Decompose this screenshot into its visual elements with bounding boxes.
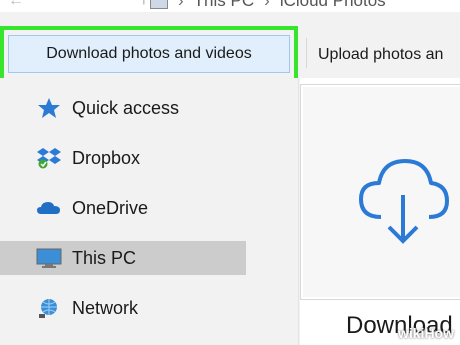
sidebar-item-label: Network bbox=[72, 297, 139, 318]
download-photos-highlight: Download photos and videos bbox=[0, 26, 298, 82]
navigation-pane: Quick access Dropbox OneDrive This PC Ne… bbox=[0, 78, 300, 345]
sidebar-item-quick-access[interactable]: Quick access bbox=[0, 91, 246, 125]
toolbar-divider bbox=[306, 38, 307, 68]
content-area: Download wikiHow bbox=[300, 78, 460, 345]
sidebar-item-onedrive[interactable]: OneDrive bbox=[0, 191, 246, 225]
watermark: wikiHow bbox=[397, 325, 454, 341]
this-pc-icon bbox=[150, 0, 168, 9]
chevron-right-icon: › bbox=[178, 0, 184, 10]
star-icon bbox=[38, 98, 60, 118]
upload-photos-button[interactable]: Upload photos an bbox=[318, 40, 443, 70]
sidebar-item-dropbox[interactable]: Dropbox bbox=[0, 141, 246, 175]
up-arrow-icon[interactable]: ↑ bbox=[140, 0, 148, 9]
download-tile[interactable] bbox=[300, 84, 460, 300]
chevron-right-icon: › bbox=[264, 0, 270, 10]
sidebar-item-label: OneDrive bbox=[72, 197, 149, 218]
sidebar-item-label: Dropbox bbox=[72, 147, 141, 168]
network-icon bbox=[39, 299, 57, 318]
pane-divider[interactable] bbox=[298, 78, 299, 345]
breadcrumb-this-pc[interactable]: This PC bbox=[194, 0, 254, 11]
cloud-download-icon bbox=[359, 159, 449, 244]
sidebar-item-label: Quick access bbox=[72, 97, 180, 118]
download-photos-button[interactable]: Download photos and videos bbox=[8, 35, 290, 73]
command-bar: Download photos and videos Upload photos… bbox=[0, 12, 460, 82]
sidebar-item-label: This PC bbox=[72, 247, 137, 268]
back-arrow-icon[interactable]: ← bbox=[8, 0, 24, 10]
sidebar-item-this-pc[interactable]: This PC bbox=[0, 241, 246, 275]
computer-icon bbox=[36, 248, 62, 268]
cloud-icon bbox=[37, 202, 60, 214]
dropbox-icon bbox=[37, 148, 61, 169]
sidebar-item-network[interactable]: Network bbox=[0, 291, 246, 325]
breadcrumb-icloud-photos[interactable]: iCloud Photos bbox=[280, 0, 386, 11]
breadcrumb: › This PC › iCloud Photos bbox=[150, 0, 386, 11]
